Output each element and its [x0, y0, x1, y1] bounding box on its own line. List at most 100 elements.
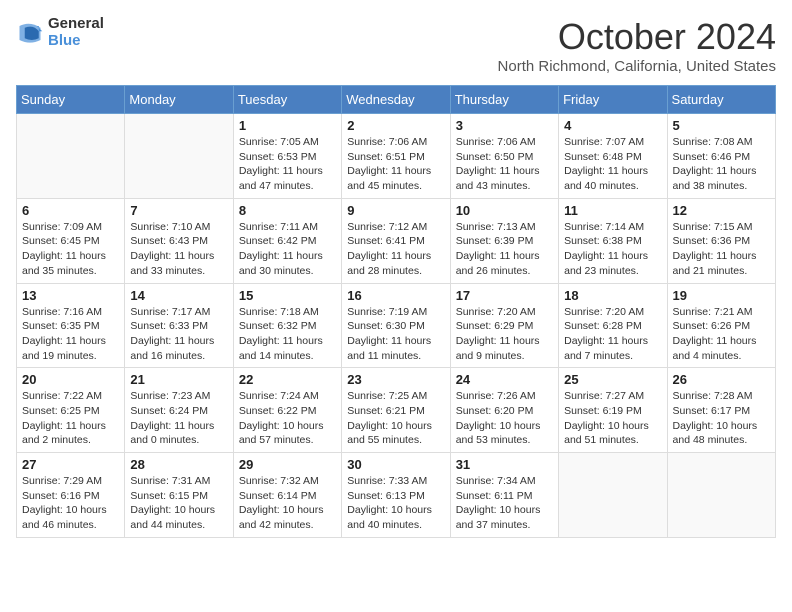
day-info: Sunrise: 7:15 AM Sunset: 6:36 PM Dayligh…	[673, 220, 770, 279]
day-info: Sunrise: 7:25 AM Sunset: 6:21 PM Dayligh…	[347, 389, 444, 448]
calendar-cell: 30Sunrise: 7:33 AM Sunset: 6:13 PM Dayli…	[342, 453, 450, 538]
day-number: 29	[239, 457, 336, 472]
calendar-cell: 3 Sunrise: 7:06 AM Sunset: 6:50 PM Daylig…	[450, 114, 558, 199]
day-info: Sunrise: 7:13 AM Sunset: 6:39 PM Dayligh…	[456, 220, 553, 279]
calendar-cell: 18 Sunrise: 7:20 AM Sunset: 6:28 PM Dayli…	[559, 283, 667, 368]
day-number: 13	[22, 288, 119, 303]
day-info: Sunrise: 7:06 AM Sunset: 6:50 PM Dayligh…	[456, 135, 553, 194]
logo-general-label: General	[48, 16, 104, 33]
page-header: General Blue October 2024 North Richmond…	[16, 16, 776, 75]
day-number: 23	[347, 372, 444, 387]
day-number: 2	[347, 118, 444, 133]
day-number: 16	[347, 288, 444, 303]
calendar-week-row: 20Sunrise: 7:22 AM Sunset: 6:25 PM Dayli…	[17, 368, 776, 453]
day-info: Sunrise: 7:24 AM Sunset: 6:22 PM Dayligh…	[239, 389, 336, 448]
logo-icon	[16, 19, 44, 47]
calendar-table: SundayMondayTuesdayWednesdayThursdayFrid…	[16, 85, 776, 538]
calendar-cell: 20Sunrise: 7:22 AM Sunset: 6:25 PM Dayli…	[17, 368, 125, 453]
day-number: 1	[239, 118, 336, 133]
day-info: Sunrise: 7:19 AM Sunset: 6:30 PM Dayligh…	[347, 305, 444, 364]
calendar-week-row: 13 Sunrise: 7:16 AM Sunset: 6:35 PM Dayli…	[17, 283, 776, 368]
day-number: 14	[130, 288, 227, 303]
calendar-week-row: 1 Sunrise: 7:05 AM Sunset: 6:53 PM Daylig…	[17, 114, 776, 199]
day-info: Sunrise: 7:29 AM Sunset: 6:16 PM Dayligh…	[22, 474, 119, 533]
day-info: Sunrise: 7:27 AM Sunset: 6:19 PM Dayligh…	[564, 389, 661, 448]
day-info: Sunrise: 7:32 AM Sunset: 6:14 PM Dayligh…	[239, 474, 336, 533]
day-info: Sunrise: 7:06 AM Sunset: 6:51 PM Dayligh…	[347, 135, 444, 194]
day-number: 26	[673, 372, 770, 387]
calendar-cell: 4Sunrise: 7:07 AM Sunset: 6:48 PM Daylig…	[559, 114, 667, 199]
calendar-cell: 1 Sunrise: 7:05 AM Sunset: 6:53 PM Daylig…	[233, 114, 341, 199]
day-info: Sunrise: 7:20 AM Sunset: 6:28 PM Dayligh…	[564, 305, 661, 364]
day-number: 21	[130, 372, 227, 387]
calendar-cell: 31 Sunrise: 7:34 AM Sunset: 6:11 PM Dayli…	[450, 453, 558, 538]
day-number: 25	[564, 372, 661, 387]
calendar-cell: 8 Sunrise: 7:11 AM Sunset: 6:42 PM Daylig…	[233, 198, 341, 283]
calendar-cell	[125, 114, 233, 199]
weekday-header-saturday: Saturday	[667, 86, 775, 114]
location-label: North Richmond, California, United State…	[498, 58, 776, 75]
day-number: 12	[673, 203, 770, 218]
calendar-cell: 21 Sunrise: 7:23 AM Sunset: 6:24 PM Dayli…	[125, 368, 233, 453]
day-number: 27	[22, 457, 119, 472]
day-info: Sunrise: 7:20 AM Sunset: 6:29 PM Dayligh…	[456, 305, 553, 364]
day-number: 10	[456, 203, 553, 218]
calendar-cell: 12 Sunrise: 7:15 AM Sunset: 6:36 PM Dayli…	[667, 198, 775, 283]
day-number: 8	[239, 203, 336, 218]
day-info: Sunrise: 7:22 AM Sunset: 6:25 PM Dayligh…	[22, 389, 119, 448]
calendar-cell: 26Sunrise: 7:28 AM Sunset: 6:17 PM Dayli…	[667, 368, 775, 453]
day-number: 28	[130, 457, 227, 472]
title-block: October 2024 North Richmond, California,…	[498, 16, 776, 75]
calendar-cell: 17 Sunrise: 7:20 AM Sunset: 6:29 PM Dayli…	[450, 283, 558, 368]
logo-blue-label: Blue	[48, 33, 104, 50]
weekday-header-monday: Monday	[125, 86, 233, 114]
day-info: Sunrise: 7:14 AM Sunset: 6:38 PM Dayligh…	[564, 220, 661, 279]
day-info: Sunrise: 7:12 AM Sunset: 6:41 PM Dayligh…	[347, 220, 444, 279]
calendar-cell: 15Sunrise: 7:18 AM Sunset: 6:32 PM Dayli…	[233, 283, 341, 368]
logo: General Blue	[16, 16, 104, 49]
month-title: October 2024	[498, 16, 776, 58]
day-number: 11	[564, 203, 661, 218]
calendar-cell	[667, 453, 775, 538]
day-number: 31	[456, 457, 553, 472]
weekday-header-tuesday: Tuesday	[233, 86, 341, 114]
day-number: 18	[564, 288, 661, 303]
calendar-cell: 27 Sunrise: 7:29 AM Sunset: 6:16 PM Dayli…	[17, 453, 125, 538]
day-number: 19	[673, 288, 770, 303]
calendar-cell: 14Sunrise: 7:17 AM Sunset: 6:33 PM Dayli…	[125, 283, 233, 368]
day-info: Sunrise: 7:05 AM Sunset: 6:53 PM Dayligh…	[239, 135, 336, 194]
calendar-cell: 22Sunrise: 7:24 AM Sunset: 6:22 PM Dayli…	[233, 368, 341, 453]
weekday-header-friday: Friday	[559, 86, 667, 114]
calendar-cell: 29 Sunrise: 7:32 AM Sunset: 6:14 PM Dayli…	[233, 453, 341, 538]
calendar-week-row: 6Sunrise: 7:09 AM Sunset: 6:45 PM Daylig…	[17, 198, 776, 283]
calendar-cell: 9 Sunrise: 7:12 AM Sunset: 6:41 PM Daylig…	[342, 198, 450, 283]
weekday-header-thursday: Thursday	[450, 86, 558, 114]
day-info: Sunrise: 7:08 AM Sunset: 6:46 PM Dayligh…	[673, 135, 770, 194]
day-info: Sunrise: 7:34 AM Sunset: 6:11 PM Dayligh…	[456, 474, 553, 533]
logo-text: General Blue	[48, 16, 104, 49]
calendar-cell: 16 Sunrise: 7:19 AM Sunset: 6:30 PM Dayli…	[342, 283, 450, 368]
calendar-cell: 25 Sunrise: 7:27 AM Sunset: 6:19 PM Dayli…	[559, 368, 667, 453]
day-info: Sunrise: 7:21 AM Sunset: 6:26 PM Dayligh…	[673, 305, 770, 364]
day-number: 30	[347, 457, 444, 472]
day-number: 9	[347, 203, 444, 218]
weekday-header-wednesday: Wednesday	[342, 86, 450, 114]
day-info: Sunrise: 7:23 AM Sunset: 6:24 PM Dayligh…	[130, 389, 227, 448]
calendar-cell	[17, 114, 125, 199]
day-number: 3	[456, 118, 553, 133]
day-info: Sunrise: 7:16 AM Sunset: 6:35 PM Dayligh…	[22, 305, 119, 364]
weekday-header-row: SundayMondayTuesdayWednesdayThursdayFrid…	[17, 86, 776, 114]
day-info: Sunrise: 7:10 AM Sunset: 6:43 PM Dayligh…	[130, 220, 227, 279]
day-info: Sunrise: 7:26 AM Sunset: 6:20 PM Dayligh…	[456, 389, 553, 448]
calendar-cell	[559, 453, 667, 538]
calendar-cell: 24Sunrise: 7:26 AM Sunset: 6:20 PM Dayli…	[450, 368, 558, 453]
day-number: 17	[456, 288, 553, 303]
calendar-cell: 7Sunrise: 7:10 AM Sunset: 6:43 PM Daylig…	[125, 198, 233, 283]
day-info: Sunrise: 7:18 AM Sunset: 6:32 PM Dayligh…	[239, 305, 336, 364]
calendar-cell: 13 Sunrise: 7:16 AM Sunset: 6:35 PM Dayli…	[17, 283, 125, 368]
calendar-week-row: 27 Sunrise: 7:29 AM Sunset: 6:16 PM Dayli…	[17, 453, 776, 538]
calendar-cell: 6Sunrise: 7:09 AM Sunset: 6:45 PM Daylig…	[17, 198, 125, 283]
day-number: 5	[673, 118, 770, 133]
calendar-cell: 19 Sunrise: 7:21 AM Sunset: 6:26 PM Dayli…	[667, 283, 775, 368]
day-info: Sunrise: 7:11 AM Sunset: 6:42 PM Dayligh…	[239, 220, 336, 279]
